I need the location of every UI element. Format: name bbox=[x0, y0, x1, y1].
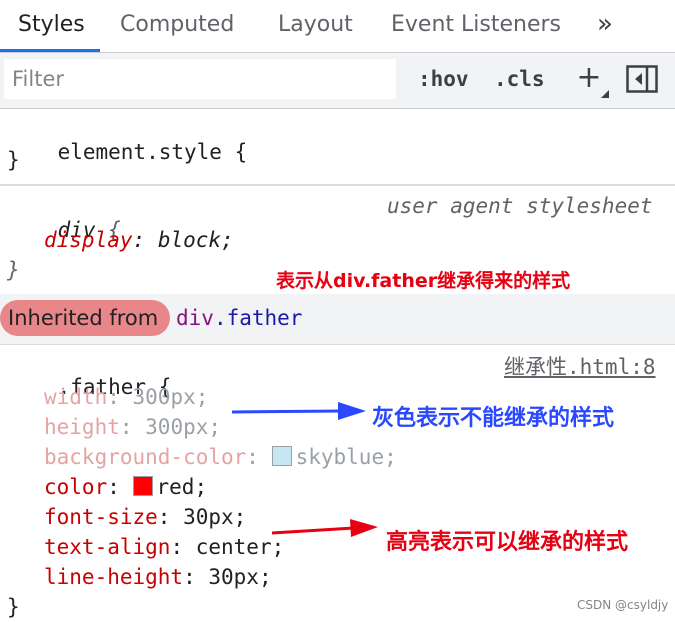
property-name: text-align bbox=[44, 535, 171, 559]
property-name: width bbox=[44, 385, 108, 409]
tab-layout[interactable]: Layout bbox=[262, 0, 369, 52]
inherited-tag: div bbox=[176, 306, 214, 330]
tab-computed[interactable]: Computed bbox=[104, 0, 250, 52]
selector: element.style bbox=[57, 140, 222, 164]
property-name: color bbox=[44, 475, 108, 499]
inherited-from-label: Inherited from bbox=[8, 306, 159, 330]
hov-button[interactable]: :hov bbox=[418, 61, 469, 97]
panel-tabs: Styles Computed Layout Event Listeners » bbox=[0, 0, 675, 53]
property-name: background-color bbox=[44, 445, 247, 469]
text-align-declaration[interactable]: text-align: center; bbox=[44, 535, 284, 559]
father-rule: .father { 继承性.html:8 width: 300px; heigh… bbox=[0, 345, 675, 622]
source-link[interactable]: 继承性.html:8 bbox=[504, 351, 656, 381]
blue-arrow-icon bbox=[231, 402, 366, 420]
more-tabs-icon[interactable]: » bbox=[585, 0, 625, 52]
property-value: 30px bbox=[183, 505, 234, 529]
plus-menu-corner-icon bbox=[601, 90, 609, 98]
property-value: center bbox=[195, 535, 272, 559]
property-value: 30px bbox=[208, 565, 259, 589]
tab-styles[interactable]: Styles bbox=[2, 0, 101, 52]
font-size-declaration[interactable]: font-size: 30px; bbox=[44, 505, 246, 529]
watermark: CSDN @csyldjy bbox=[577, 598, 669, 612]
close-brace: } bbox=[7, 258, 20, 282]
display-declaration[interactable]: display: block; bbox=[44, 228, 234, 252]
property-name: line-height bbox=[44, 565, 184, 589]
property-value: 300px bbox=[145, 415, 209, 439]
gray-annotation: 灰色表示不能继承的样式 bbox=[372, 406, 615, 431]
element-style-selector-line[interactable]: element.style { bbox=[7, 116, 248, 188]
line-height-declaration[interactable]: line-height: 30px; bbox=[44, 565, 272, 589]
color-swatch[interactable] bbox=[271, 446, 292, 466]
tab-event-listeners[interactable]: Event Listeners bbox=[375, 0, 577, 52]
property-value: skyblue bbox=[295, 445, 385, 469]
new-style-rule-button[interactable]: + bbox=[574, 59, 604, 99]
cls-button[interactable]: .cls bbox=[494, 61, 545, 97]
inherited-element-link[interactable]: div.father bbox=[176, 300, 302, 336]
inherited-class: .father bbox=[213, 306, 303, 330]
active-tab-indicator bbox=[0, 49, 100, 52]
property-name: display bbox=[44, 228, 133, 252]
bright-annotation: 高亮表示可以继承的样式 bbox=[386, 530, 629, 555]
styles-toolbar: :hov .cls + bbox=[0, 53, 675, 109]
property-name: height bbox=[44, 415, 120, 439]
sidebar-toggle-icon[interactable] bbox=[626, 65, 658, 93]
inherited-from-header: Inherited from div.father bbox=[0, 294, 675, 344]
plus-icon: + bbox=[576, 60, 602, 95]
user-agent-source: user agent stylesheet bbox=[387, 194, 653, 218]
inherited-annotation: 表示从div.father继承得来的样式 bbox=[276, 270, 571, 292]
property-name: font-size bbox=[44, 505, 158, 529]
close-brace: } bbox=[7, 595, 20, 619]
property-value: block bbox=[157, 228, 222, 252]
color-declaration[interactable]: color: red; bbox=[44, 475, 207, 499]
red-arrow-icon bbox=[271, 519, 378, 537]
background-color-declaration[interactable]: background-color: skyblue; bbox=[44, 445, 397, 469]
div-user-agent-rule: div { user agent stylesheet display: blo… bbox=[0, 186, 675, 294]
element-style-rule: element.style { } bbox=[0, 108, 675, 184]
open-brace: { bbox=[234, 140, 248, 164]
property-value: red bbox=[156, 475, 195, 499]
color-swatch[interactable] bbox=[132, 476, 153, 496]
width-declaration[interactable]: width: 300px; bbox=[44, 385, 208, 409]
filter-input[interactable] bbox=[4, 59, 396, 99]
close-brace: } bbox=[7, 148, 20, 172]
property-value: 300px bbox=[132, 385, 196, 409]
height-declaration[interactable]: height: 300px; bbox=[44, 415, 221, 439]
